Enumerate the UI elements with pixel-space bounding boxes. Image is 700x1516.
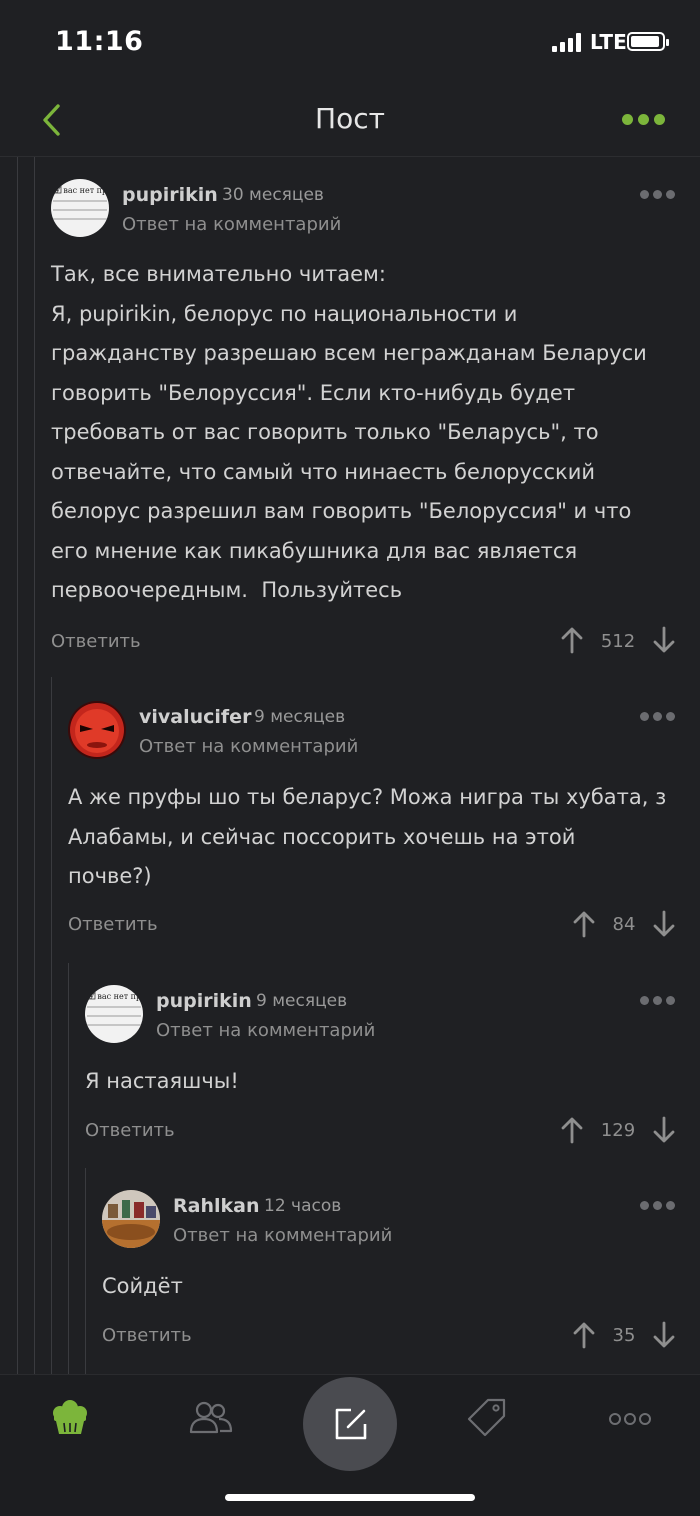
nav-bar: Пост: [0, 84, 700, 157]
avatar[interactable]: У вас нет прав для просмотра этого авата…: [85, 985, 143, 1043]
comment-score: 512: [600, 631, 636, 652]
home-icon[interactable]: [50, 1397, 90, 1437]
more-dots-icon[interactable]: [622, 114, 666, 126]
thread-line: [34, 157, 35, 1374]
avatar-text: У вас нет прав для просмотра этого авата…: [89, 992, 143, 1001]
comment-score: 129: [600, 1120, 636, 1141]
battery-icon: [627, 32, 669, 51]
upvote-arrow-icon[interactable]: [572, 910, 596, 938]
upvote-arrow-icon[interactable]: [560, 626, 584, 654]
tab-bar: [0, 1374, 700, 1516]
more-icon[interactable]: [608, 1411, 652, 1425]
comment-author[interactable]: pupirikin: [156, 990, 252, 1012]
downvote-arrow-icon[interactable]: [652, 1116, 676, 1144]
reply-to-label[interactable]: Ответ на комментарий: [139, 736, 358, 757]
status-bar: 11:16 LTE: [0, 0, 700, 84]
home-indicator[interactable]: [225, 1494, 475, 1501]
downvote-arrow-icon[interactable]: [652, 910, 676, 938]
comment-body: Сойдёт: [102, 1274, 183, 1298]
comment-more-icon[interactable]: [640, 712, 676, 722]
comment-body: А же пруфы шо ты беларус? Можа нигра ты …: [68, 785, 667, 888]
compose-icon: [333, 1406, 369, 1442]
avatar[interactable]: [102, 1190, 160, 1248]
comment-score: 84: [612, 914, 636, 935]
comment-author[interactable]: vivalucifer: [139, 706, 251, 728]
thread-line: [68, 963, 69, 1374]
avatar[interactable]: [68, 701, 126, 759]
comment-age: 30 месяцев: [222, 185, 324, 205]
comment-thread[interactable]: У вас нет прав для просмотра этого авата…: [0, 157, 700, 1374]
comment-more-icon[interactable]: [640, 190, 676, 200]
comment-author[interactable]: Rahlkan: [173, 1195, 259, 1217]
reply-button[interactable]: Ответить: [68, 914, 158, 935]
downvote-arrow-icon[interactable]: [652, 1321, 676, 1349]
comment-more-icon[interactable]: [640, 996, 676, 1006]
reply-to-label[interactable]: Ответ на комментарий: [173, 1225, 392, 1246]
compose-button[interactable]: [303, 1377, 397, 1471]
page-title: Пост: [315, 102, 385, 135]
comment-age: 9 месяцев: [256, 991, 348, 1011]
signal-icon: [552, 32, 584, 52]
community-icon[interactable]: [188, 1399, 234, 1435]
reply-button[interactable]: Ответить: [51, 631, 141, 652]
comment-more-icon[interactable]: [640, 1201, 676, 1211]
network-label: LTE: [590, 30, 627, 54]
comment-author[interactable]: pupirikin: [122, 184, 218, 206]
comment-score: 35: [612, 1325, 636, 1346]
comment-body: Так, все внимательно читаем: Я, pupiriki…: [51, 262, 647, 602]
comment-body: Я настаяшчы!: [85, 1069, 239, 1093]
status-time: 11:16: [55, 26, 144, 57]
reply-button[interactable]: Ответить: [85, 1120, 175, 1141]
reply-to-label[interactable]: Ответ на комментарий: [156, 1020, 375, 1041]
upvote-arrow-icon[interactable]: [560, 1116, 584, 1144]
comment-age: 9 месяцев: [254, 707, 346, 727]
thread-line: [85, 1168, 86, 1374]
thread-line: [51, 677, 52, 1374]
tag-icon[interactable]: [466, 1397, 508, 1439]
comment-age: 12 часов: [264, 1196, 342, 1216]
upvote-arrow-icon[interactable]: [572, 1321, 596, 1349]
reply-button[interactable]: Ответить: [102, 1325, 192, 1346]
reply-to-label[interactable]: Ответ на комментарий: [122, 214, 341, 235]
thread-line: [17, 157, 18, 1374]
downvote-arrow-icon[interactable]: [652, 626, 676, 654]
avatar-text: У вас нет прав для просмотра этого авата…: [55, 186, 109, 195]
avatar[interactable]: У вас нет прав для просмотра этого авата…: [51, 179, 109, 237]
